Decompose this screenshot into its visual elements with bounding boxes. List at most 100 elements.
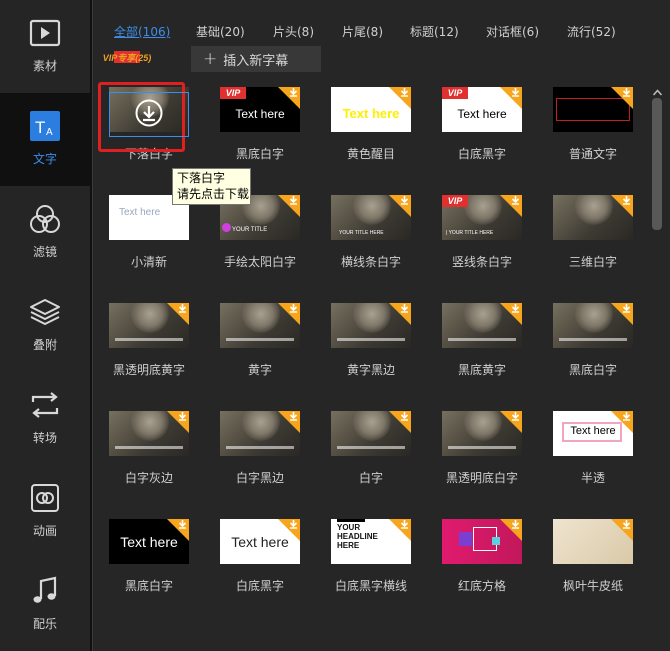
template-item[interactable]: Text here 白底黑字 xyxy=(214,508,324,616)
tab-basic[interactable]: 基础(20) xyxy=(196,23,245,40)
download-icon xyxy=(400,304,409,313)
template-thumbnail[interactable]: Text here xyxy=(331,87,411,132)
template-thumbnail[interactable]: Text here xyxy=(109,519,189,564)
download-icon xyxy=(511,196,520,205)
template-label: 白字 xyxy=(358,471,383,485)
template-label: 白底黑字 xyxy=(457,147,506,161)
download-icon xyxy=(178,304,187,313)
template-label: 普通文字 xyxy=(568,147,617,161)
vip-badge: VIP xyxy=(220,87,246,99)
template-item[interactable]: 黑透明底黄字 xyxy=(103,292,213,400)
sidebar-item-filter[interactable]: 滤镜 xyxy=(0,186,90,279)
template-item[interactable]: YOUR TITLE HERE 横线条白字 xyxy=(325,184,435,292)
download-icon xyxy=(622,520,631,529)
download-icon xyxy=(622,412,631,421)
template-label: 红底方格 xyxy=(457,579,506,593)
headline-rule xyxy=(337,519,365,522)
template-thumbnail[interactable] xyxy=(331,411,411,456)
template-item[interactable]: 三维白字 xyxy=(547,184,651,292)
download-icon xyxy=(400,196,409,205)
template-item[interactable]: Text here VIP 白底黑字 xyxy=(436,76,546,184)
thumbnail-caption: Text here xyxy=(119,207,161,218)
template-item[interactable]: 黑透明底白字 xyxy=(436,400,546,508)
scrollbar-thumb[interactable] xyxy=(652,98,662,230)
music-icon xyxy=(29,575,61,607)
template-thumbnail[interactable]: Text here xyxy=(220,519,300,564)
template-thumbnail[interactable] xyxy=(553,87,633,132)
download-icon xyxy=(511,520,520,529)
tab-outro[interactable]: 片尾(8) xyxy=(342,23,383,40)
template-item[interactable]: 黑底黄字 xyxy=(436,292,546,400)
template-label: 白字黑边 xyxy=(235,471,284,485)
tooltip-title: 下落白字 xyxy=(177,171,226,185)
template-thumbnail[interactable] xyxy=(553,195,633,240)
sidebar-item-label: 滤镜 xyxy=(32,245,57,259)
square-shape xyxy=(459,532,472,546)
media-icon xyxy=(29,17,61,49)
sidebar-item-media[interactable]: 素材 xyxy=(0,0,90,93)
download-circle-icon[interactable] xyxy=(134,98,164,128)
category-tabs: 全部(106) 基础(20) 片头(8) 片尾(8) 标题(12) 对话框(6)… xyxy=(93,0,670,76)
download-icon xyxy=(622,196,631,205)
template-thumbnail[interactable]: Text here xyxy=(553,411,633,456)
template-item[interactable]: 枫叶牛皮纸 xyxy=(547,508,651,616)
template-thumbnail[interactable]: YOUR TITLE HERE xyxy=(331,195,411,240)
svg-text:A: A xyxy=(46,127,53,138)
download-icon xyxy=(511,88,520,97)
tab-title[interactable]: 标题(12) xyxy=(410,23,459,40)
template-thumbnail[interactable]: Text here VIP xyxy=(442,87,522,132)
template-item[interactable]: 黄字 xyxy=(214,292,324,400)
download-icon xyxy=(289,196,298,205)
template-thumbnail[interactable]: Text here VIP xyxy=(220,87,300,132)
template-thumbnail[interactable] xyxy=(220,411,300,456)
template-thumbnail[interactable] xyxy=(442,411,522,456)
template-item[interactable]: 白字黑边 xyxy=(214,400,324,508)
template-item[interactable]: YOUR HEADLINE HERE 白底黑字横线 xyxy=(325,508,435,616)
sidebar-item-animation[interactable]: 动画 xyxy=(0,465,90,558)
template-thumbnail[interactable] xyxy=(553,519,633,564)
template-item[interactable]: Text here 黄色醒目 xyxy=(325,76,435,184)
tab-vip[interactable]: VIP专享(25) xyxy=(103,51,151,63)
template-thumbnail[interactable] xyxy=(442,303,522,348)
template-item[interactable]: 白字 xyxy=(325,400,435,508)
template-thumbnail[interactable]: YOUR HEADLINE HERE xyxy=(331,519,411,564)
template-thumbnail[interactable]: | YOUR TITLE HERE VIP xyxy=(442,195,522,240)
template-item[interactable]: 黄字黑边 xyxy=(325,292,435,400)
download-icon xyxy=(622,88,631,97)
sidebar-item-music[interactable]: 配乐 xyxy=(0,558,90,651)
filter-icon xyxy=(29,203,61,235)
download-icon xyxy=(289,520,298,529)
download-icon xyxy=(289,304,298,313)
template-thumbnail[interactable] xyxy=(109,411,189,456)
tab-popular[interactable]: 流行(52) xyxy=(567,23,616,40)
subtitle-bar xyxy=(337,446,405,449)
subtitle-bar xyxy=(448,446,516,449)
tab-intro[interactable]: 片头(8) xyxy=(273,23,314,40)
square-shape xyxy=(492,537,500,545)
transition-icon xyxy=(29,389,61,421)
template-item[interactable]: 黑底白字 xyxy=(547,292,651,400)
insert-subtitle-button[interactable]: + 插入新字幕 xyxy=(191,46,321,72)
template-item[interactable]: 红底方格 xyxy=(436,508,546,616)
tab-dialog[interactable]: 对话框(6) xyxy=(486,23,539,40)
template-thumbnail[interactable] xyxy=(331,303,411,348)
template-label: 三维白字 xyxy=(568,255,617,269)
sidebar-item-text[interactable]: TA 文字 xyxy=(0,93,90,186)
scroll-up-arrow-icon[interactable] xyxy=(652,82,663,96)
sidebar-item-overlay[interactable]: 叠附 xyxy=(0,279,90,372)
download-icon xyxy=(289,88,298,97)
download-icon xyxy=(400,88,409,97)
template-item[interactable]: Text here 黑底白字 xyxy=(103,508,213,616)
template-item[interactable]: Text here 半透 xyxy=(547,400,651,508)
template-thumbnail[interactable] xyxy=(442,519,522,564)
template-label: 横线条白字 xyxy=(340,255,401,269)
template-thumbnail[interactable] xyxy=(109,303,189,348)
template-item[interactable]: 白字灰边 xyxy=(103,400,213,508)
template-item[interactable]: 普通文字 xyxy=(547,76,651,184)
template-label: 黄字 xyxy=(247,363,272,377)
template-item[interactable]: | YOUR TITLE HERE VIP 竖线条白字 xyxy=(436,184,546,292)
template-thumbnail[interactable] xyxy=(553,303,633,348)
tab-all[interactable]: 全部(106) xyxy=(114,23,170,40)
sidebar-item-transition[interactable]: 转场 xyxy=(0,372,90,465)
template-thumbnail[interactable] xyxy=(220,303,300,348)
